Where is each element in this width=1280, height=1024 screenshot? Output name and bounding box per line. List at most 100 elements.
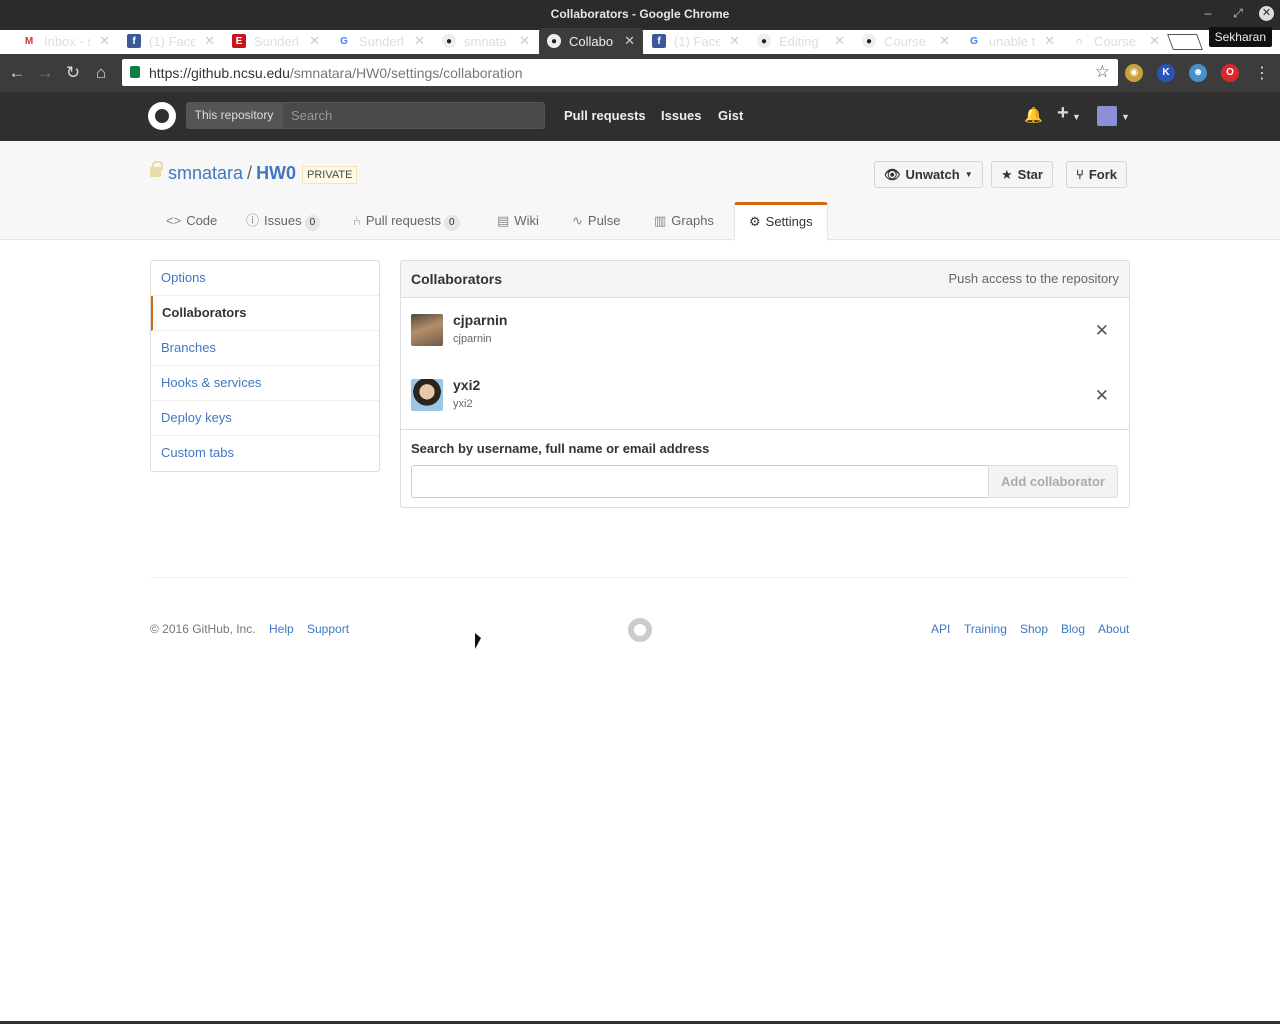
footer-link-about[interactable]: About (1098, 622, 1129, 636)
remove-collaborator-icon[interactable]: ✕ (1095, 321, 1109, 341)
settings-menu-custom-tabs[interactable]: Custom tabs (151, 436, 379, 471)
close-tab-icon[interactable]: ✕ (939, 33, 950, 49)
maximize-icon[interactable]: ⤢ (1229, 4, 1247, 22)
new-tab-button[interactable] (1167, 34, 1203, 50)
close-tab-icon[interactable]: ✕ (204, 33, 215, 49)
close-tab-icon[interactable]: ✕ (1044, 33, 1055, 49)
close-tab-icon[interactable]: ✕ (414, 33, 425, 49)
profile-button[interactable]: Sekharan (1208, 27, 1272, 47)
tab-label: Editing (779, 33, 819, 49)
notifications-bell-icon[interactable]: 🔔 (1024, 106, 1043, 124)
settings-menu-hooks[interactable]: Hooks & services (151, 366, 379, 401)
repo-header: smnatara / HW0 PRIVATE 👁 Unwatch ▼ ★ Star … (0, 141, 1280, 241)
extension-ghost-icon[interactable]: ☻ (1189, 64, 1207, 82)
close-tab-icon[interactable]: ✕ (729, 33, 740, 49)
footer-link-help[interactable]: Help (269, 622, 294, 636)
browser-tab[interactable]: ∩ Course ✕ (1064, 28, 1168, 54)
footer-link-support[interactable]: Support (307, 622, 349, 636)
minimize-icon[interactable]: – (1199, 4, 1217, 22)
repo-owner-link[interactable]: smnatara (168, 163, 243, 183)
book-icon: ▤ (497, 213, 510, 228)
footer-link-training[interactable]: Training (964, 622, 1007, 636)
close-tab-icon[interactable]: ✕ (624, 33, 635, 49)
browser-tab[interactable]: E Sunderl ✕ (224, 28, 328, 54)
extension-k-icon[interactable]: K (1157, 64, 1175, 82)
avatar[interactable] (411, 379, 443, 411)
tab-wiki-label: Wiki (514, 213, 539, 228)
tab-label: (1) Face (149, 33, 195, 49)
unwatch-button[interactable]: 👁 Unwatch ▼ (874, 161, 983, 188)
github-mark-icon[interactable] (628, 618, 652, 642)
footer-link-blog[interactable]: Blog (1061, 622, 1085, 636)
browser-tab-active[interactable]: ● Collabo ✕ (539, 28, 643, 54)
chevron-down-icon: ▼ (1072, 112, 1081, 122)
back-icon[interactable]: ← (6, 62, 28, 84)
footer-link-shop[interactable]: Shop (1020, 622, 1048, 636)
graph-icon: ▥ (654, 213, 667, 228)
add-collaborator-button[interactable]: Add collaborator (988, 465, 1118, 498)
browser-tab[interactable]: f (1) Face ✕ (644, 28, 748, 54)
extension-owl-icon[interactable]: ◉ (1125, 64, 1143, 82)
browser-tab[interactable]: M Inbox - s ✕ (14, 28, 118, 54)
facebook-icon: f (127, 34, 141, 48)
search-input[interactable]: Search (282, 102, 545, 129)
create-new-plus-icon[interactable]: + (1057, 102, 1069, 125)
tab-code[interactable]: <> Code (152, 202, 231, 240)
avatar[interactable] (411, 314, 443, 346)
tab-issues[interactable]: ⓘ Issues 0 (232, 202, 334, 240)
remove-collaborator-icon[interactable]: ✕ (1095, 386, 1109, 406)
pulse-icon: ∿ (572, 213, 583, 228)
site-header: This repository Search Pull requests Iss… (0, 92, 1280, 141)
url-text: https://github.ncsu.edu/smnatara/HW0/set… (149, 65, 523, 81)
issue-opened-icon: ⓘ (246, 213, 260, 228)
address-bar[interactable]: https://github.ncsu.edu/smnatara/HW0/set… (122, 59, 1118, 86)
browser-tab[interactable]: f (1) Face ✕ (119, 28, 223, 54)
settings-menu-branches[interactable]: Branches (151, 331, 379, 366)
tab-pulse[interactable]: ∿ Pulse (558, 202, 634, 240)
collaborator-search-input[interactable] (411, 465, 989, 498)
home-icon[interactable]: ⌂ (90, 62, 112, 84)
issues-counter: 0 (304, 215, 321, 231)
tab-wiki[interactable]: ▤ Wiki (483, 202, 553, 240)
pulls-counter: 0 (443, 215, 460, 231)
settings-menu-deploy-keys[interactable]: Deploy keys (151, 401, 379, 436)
browser-tab[interactable]: ● smnata ✕ (434, 28, 538, 54)
collaborator-name[interactable]: cjparnin (453, 312, 507, 328)
close-window-icon[interactable]: ✕ (1259, 5, 1274, 21)
tab-label: Inbox - s (44, 33, 90, 49)
user-avatar[interactable] (1097, 106, 1117, 126)
tab-settings[interactable]: ⚙ Settings (734, 202, 828, 241)
nav-issues[interactable]: Issues (661, 108, 701, 123)
close-tab-icon[interactable]: ✕ (309, 33, 320, 49)
tab-pull-requests[interactable]: ⑃ Pull requests 0 (339, 202, 474, 240)
add-collaborator-form: Search by username, full name or email a… (401, 429, 1129, 507)
browser-tab[interactable]: G unable t ✕ (959, 28, 1063, 54)
reload-icon[interactable]: ↻ (62, 62, 84, 84)
tab-graphs[interactable]: ▥ Graphs (640, 202, 728, 240)
forward-icon[interactable]: → (34, 62, 56, 84)
google-icon: G (967, 34, 981, 48)
extension-opera-icon[interactable]: O (1221, 64, 1239, 82)
star-button[interactable]: ★ Star (991, 161, 1053, 188)
close-tab-icon[interactable]: ✕ (1149, 33, 1160, 49)
chrome-menu-icon[interactable]: ⋮ (1254, 63, 1270, 83)
footer-link-api[interactable]: API (931, 622, 950, 636)
settings-menu-collaborators[interactable]: Collaborators (151, 296, 379, 331)
browser-tab[interactable]: ● Course ✕ (854, 28, 958, 54)
facebook-icon: f (652, 34, 666, 48)
fork-button[interactable]: ⑂ Fork (1066, 161, 1127, 188)
browser-tab[interactable]: ● Editing ✕ (749, 28, 853, 54)
github-logo-icon[interactable] (148, 102, 176, 130)
nav-pull-requests[interactable]: Pull requests (564, 108, 646, 123)
close-tab-icon[interactable]: ✕ (99, 33, 110, 49)
bookmark-star-icon[interactable]: ☆ (1095, 62, 1110, 82)
github-icon: ● (757, 34, 771, 48)
tab-pulse-label: Pulse (587, 213, 621, 228)
browser-tab[interactable]: G Sunderl ✕ (329, 28, 433, 54)
close-tab-icon[interactable]: ✕ (834, 33, 845, 49)
close-tab-icon[interactable]: ✕ (519, 33, 530, 49)
collaborator-name[interactable]: yxi2 (453, 377, 480, 393)
settings-menu-options[interactable]: Options (151, 261, 379, 296)
repo-name-link[interactable]: HW0 (256, 163, 296, 183)
nav-gist[interactable]: Gist (718, 108, 743, 123)
